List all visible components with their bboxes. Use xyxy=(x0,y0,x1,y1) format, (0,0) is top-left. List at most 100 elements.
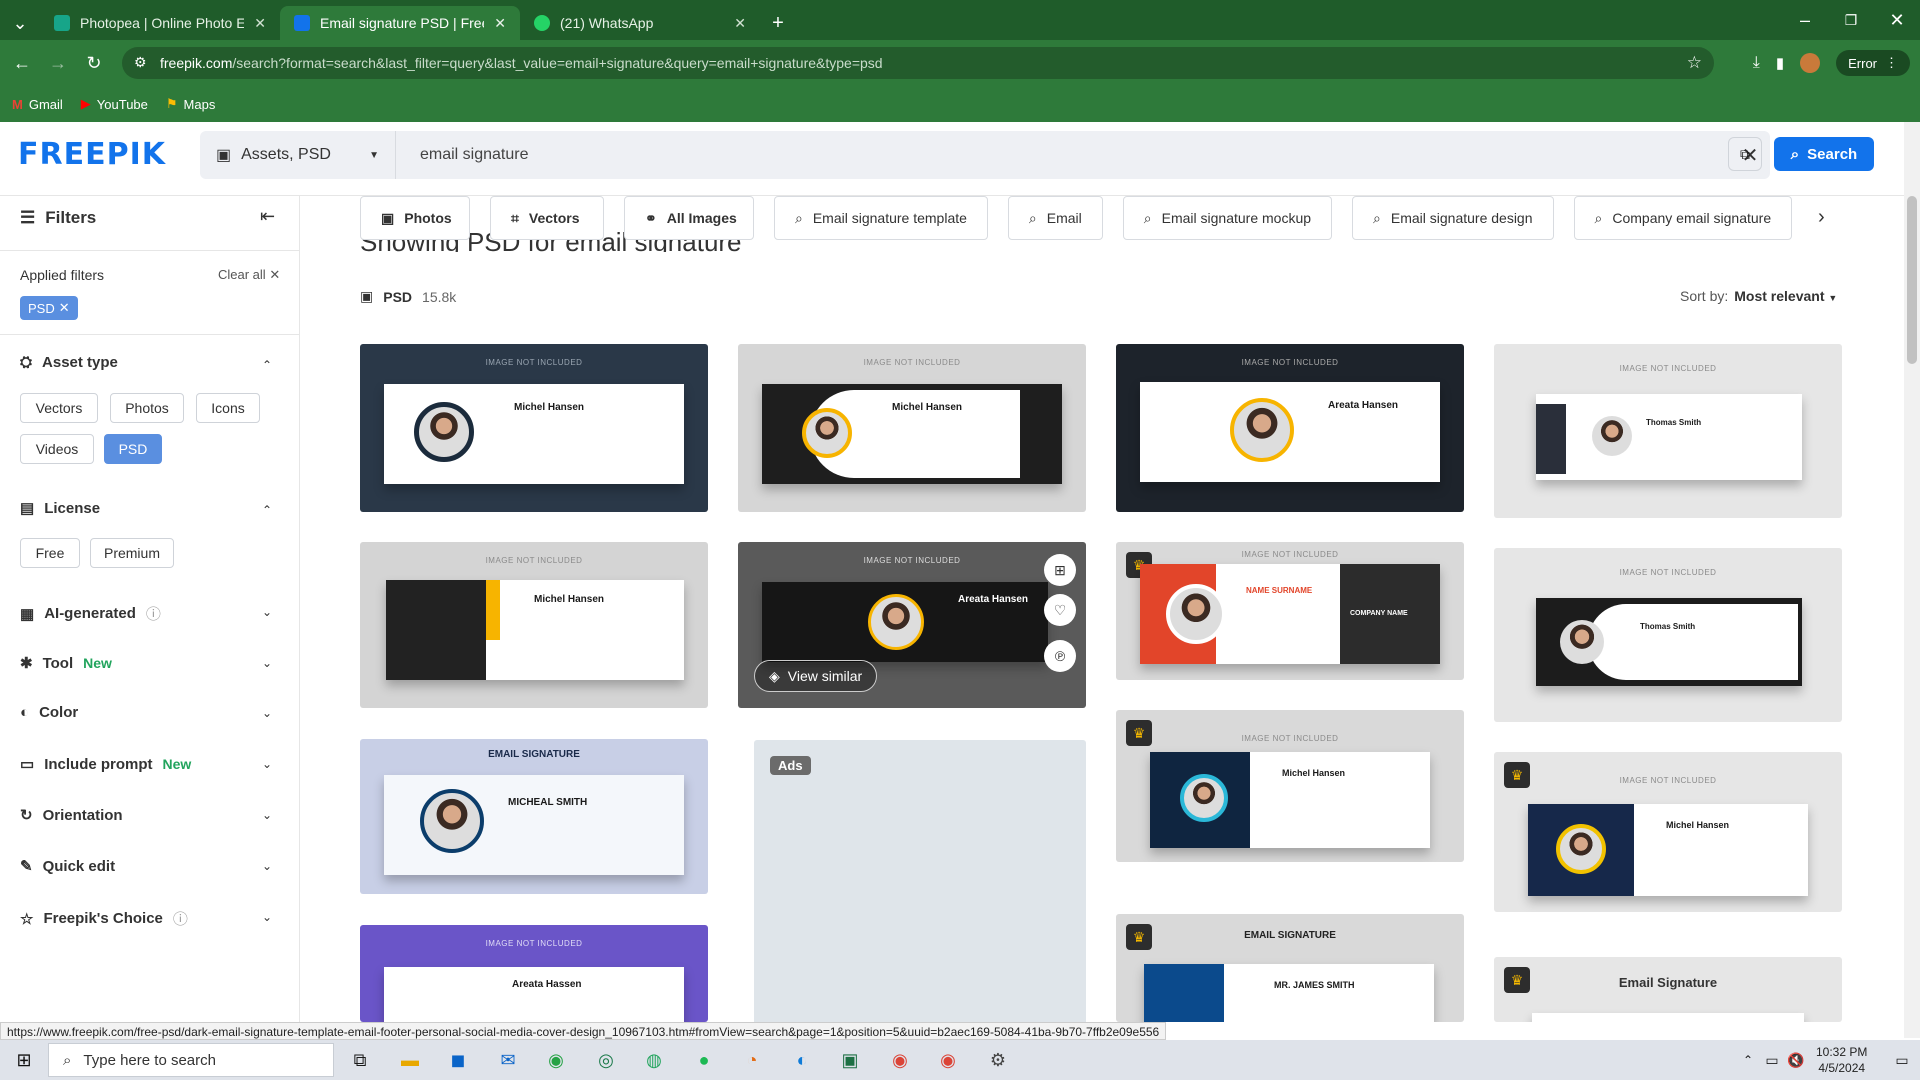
orientation-section[interactable]: ↻ Orientation xyxy=(20,806,123,825)
bookmark-maps[interactable]: ⚑ Maps xyxy=(166,96,215,112)
search-app-icon[interactable]: ◎ xyxy=(592,1046,620,1074)
close-tab-icon[interactable]: ✕ xyxy=(254,15,266,32)
result-card[interactable]: ♛ Email Signature xyxy=(1494,957,1842,1022)
reload-icon[interactable]: ↻ xyxy=(76,45,112,81)
store-icon[interactable]: ◼ xyxy=(444,1046,472,1074)
pinterest-icon[interactable]: ℗ xyxy=(1044,640,1076,672)
asset-type-section[interactable]: ⛭ Asset type xyxy=(20,354,118,371)
color-section[interactable]: ◐ Color xyxy=(20,704,78,721)
view-similar-button[interactable]: ◈ View similar xyxy=(754,660,878,692)
collapse-sidebar-icon[interactable]: ⇤ xyxy=(260,206,275,227)
pill-email-signature-mockup[interactable]: ⌕ Email signature mockup xyxy=(1122,196,1333,240)
freepiks-choice-section[interactable]: ☆ Freepik's Choice ⓘ xyxy=(20,908,188,929)
license-section[interactable]: ▤ License xyxy=(20,499,100,518)
pill-all-images[interactable]: ⚭ All Images xyxy=(624,196,754,240)
license-free[interactable]: Free xyxy=(20,538,80,568)
include-prompt-section[interactable]: ▭ Include prompt New xyxy=(20,755,191,774)
system-clock[interactable]: 10:32 PM 4/5/2024 xyxy=(1816,1044,1867,1076)
ai-generated-section[interactable]: ▦ AI-generated ⓘ xyxy=(20,603,161,624)
sort-control[interactable]: Sort by: Most relevant ▼ xyxy=(1680,288,1837,304)
result-card[interactable]: EMAIL SIGNATURE MICHEAL SMITH xyxy=(360,739,708,894)
info-icon[interactable]: ⓘ xyxy=(146,603,161,624)
remove-filter-icon[interactable]: ✕ xyxy=(59,300,70,316)
whatsapp-icon[interactable]: ◉ xyxy=(542,1046,570,1074)
result-card[interactable]: IMAGE NOT INCLUDED Michel Hansen xyxy=(360,344,708,512)
file-explorer-icon[interactable]: ▬ xyxy=(396,1046,424,1074)
search-button[interactable]: ⌕ Search xyxy=(1774,137,1874,171)
forward-icon[interactable]: → xyxy=(40,45,76,81)
close-tab-icon[interactable]: ✕ xyxy=(734,15,746,32)
site-info-icon[interactable]: ⚙ xyxy=(134,54,147,71)
chevron-down-icon[interactable]: ⌄ xyxy=(262,656,272,670)
download-icon[interactable]: ⤓ xyxy=(1753,54,1760,72)
result-card[interactable]: IMAGE NOT INCLUDED Michel Hansen xyxy=(360,542,708,708)
tool-section[interactable]: ✱ Tool New xyxy=(20,654,112,673)
result-card[interactable]: ♛ IMAGE NOT INCLUDED Michel Hansen xyxy=(1116,710,1464,862)
pill-email[interactable]: ⌕ Email xyxy=(1007,196,1103,240)
result-card[interactable]: IMAGE NOT INCLUDED Thomas Smith xyxy=(1494,344,1842,518)
quickbooks-icon[interactable]: ◍ xyxy=(640,1046,668,1074)
result-card[interactable]: IMAGE NOT INCLUDED Areata Hassen xyxy=(360,925,708,1022)
profile-error-button[interactable]: Error ⋮ xyxy=(1836,50,1910,76)
bookmark-youtube[interactable]: ▶ YouTube xyxy=(81,96,148,112)
pill-photos[interactable]: ▣ Photos xyxy=(360,196,470,240)
asset-type-vectors[interactable]: Vectors xyxy=(20,393,98,423)
freepik-logo[interactable]: FREEPIK xyxy=(18,137,166,172)
tab-freepik[interactable]: Email signature PSD | Free dow ✕ xyxy=(280,6,520,40)
minimize-icon[interactable]: – xyxy=(1782,2,1828,38)
tab-search-chevron-icon[interactable]: ⌄ xyxy=(0,6,40,40)
side-panel-icon[interactable]: ▮ xyxy=(1776,54,1784,72)
search-input[interactable]: email signature xyxy=(396,146,1730,164)
bookmark-gmail[interactable]: M Gmail xyxy=(12,97,63,112)
result-card[interactable]: IMAGE NOT INCLUDED Areata Hansen xyxy=(1116,344,1464,512)
spotify-icon[interactable]: ● xyxy=(690,1046,718,1074)
like-heart-icon[interactable]: ♡ xyxy=(1044,594,1076,626)
asset-type-videos[interactable]: Videos xyxy=(20,434,94,464)
chevron-right-icon[interactable]: › xyxy=(1818,206,1825,229)
asset-type-select[interactable]: ▣ Assets, PSD ▼ xyxy=(200,131,396,179)
quick-edit-section[interactable]: ✎ Quick edit xyxy=(20,857,115,876)
asset-type-icons[interactable]: Icons xyxy=(196,393,260,423)
address-bar[interactable]: ⚙ freepik.com/search?format=search&last_… xyxy=(122,47,1714,79)
close-tab-icon[interactable]: ✕ xyxy=(494,15,506,32)
volume-muted-icon[interactable]: 🔇 xyxy=(1782,1046,1810,1074)
result-card[interactable]: IMAGE NOT INCLUDED Thomas Smith xyxy=(1494,548,1842,722)
blender-icon[interactable]: ◔ xyxy=(738,1046,766,1074)
clear-all-link[interactable]: Clear all ✕ xyxy=(218,267,280,283)
chevron-down-icon[interactable]: ⌄ xyxy=(262,605,272,619)
chrome-icon[interactable]: ◉ xyxy=(886,1046,914,1074)
back-icon[interactable]: ← xyxy=(4,45,40,81)
chevron-down-icon[interactable]: ⌄ xyxy=(262,859,272,873)
task-view-icon[interactable]: ⧉ xyxy=(346,1046,374,1074)
new-tab-plus-icon[interactable]: + xyxy=(760,6,796,40)
pill-email-signature-template[interactable]: ⌕ Email signature template xyxy=(774,196,988,240)
close-window-icon[interactable]: ✕ xyxy=(1874,2,1920,38)
result-card[interactable]: IMAGE NOT INCLUDED Michel Hansen xyxy=(738,344,1086,512)
taskbar-search[interactable]: ⌕ Type here to search xyxy=(48,1043,334,1077)
chevron-up-icon[interactable]: ⌃ xyxy=(262,503,272,517)
asset-type-psd[interactable]: PSD xyxy=(104,434,162,464)
result-card[interactable]: ♛ EMAIL SIGNATURE MR. JAMES SMITH xyxy=(1116,914,1464,1022)
chrome-profile-icon[interactable]: ◉ xyxy=(934,1046,962,1074)
restore-icon[interactable]: ❐ xyxy=(1828,2,1874,38)
notifications-icon[interactable]: ▭ xyxy=(1888,1046,1916,1074)
result-card[interactable]: ♛ IMAGE NOT INCLUDED NAME SURNAME COMPAN… xyxy=(1116,542,1464,680)
chevron-down-icon[interactable]: ⌄ xyxy=(262,910,272,924)
applied-filter-chip[interactable]: PSD ✕ xyxy=(20,296,78,320)
asset-type-photos[interactable]: Photos xyxy=(110,393,184,423)
chevron-up-icon[interactable]: ⌃ xyxy=(262,358,272,372)
profile-avatar-icon[interactable] xyxy=(1800,53,1821,73)
chevron-down-icon[interactable]: ⌄ xyxy=(262,808,272,822)
chevron-down-icon[interactable]: ⌄ xyxy=(262,706,272,720)
chevron-down-icon[interactable]: ⌄ xyxy=(262,757,272,771)
bookmark-star-icon[interactable]: ☆ xyxy=(1687,53,1702,73)
tab-whatsapp[interactable]: (21) WhatsApp ✕ xyxy=(520,6,760,40)
mail-icon[interactable]: ✉ xyxy=(494,1046,522,1074)
edge-icon[interactable]: ◐ xyxy=(788,1046,816,1074)
settings-gear-icon[interactable]: ⚙ xyxy=(984,1046,1012,1074)
windows-start-icon[interactable]: ⊞ xyxy=(10,1046,38,1074)
pill-company-email-signature[interactable]: ⌕ Company email signature xyxy=(1573,196,1793,240)
result-card[interactable]: ♛ IMAGE NOT INCLUDED Michel Hansen xyxy=(1494,752,1842,912)
license-premium[interactable]: Premium xyxy=(90,538,174,568)
search-by-image-icon[interactable]: ⧉ xyxy=(1728,137,1762,171)
